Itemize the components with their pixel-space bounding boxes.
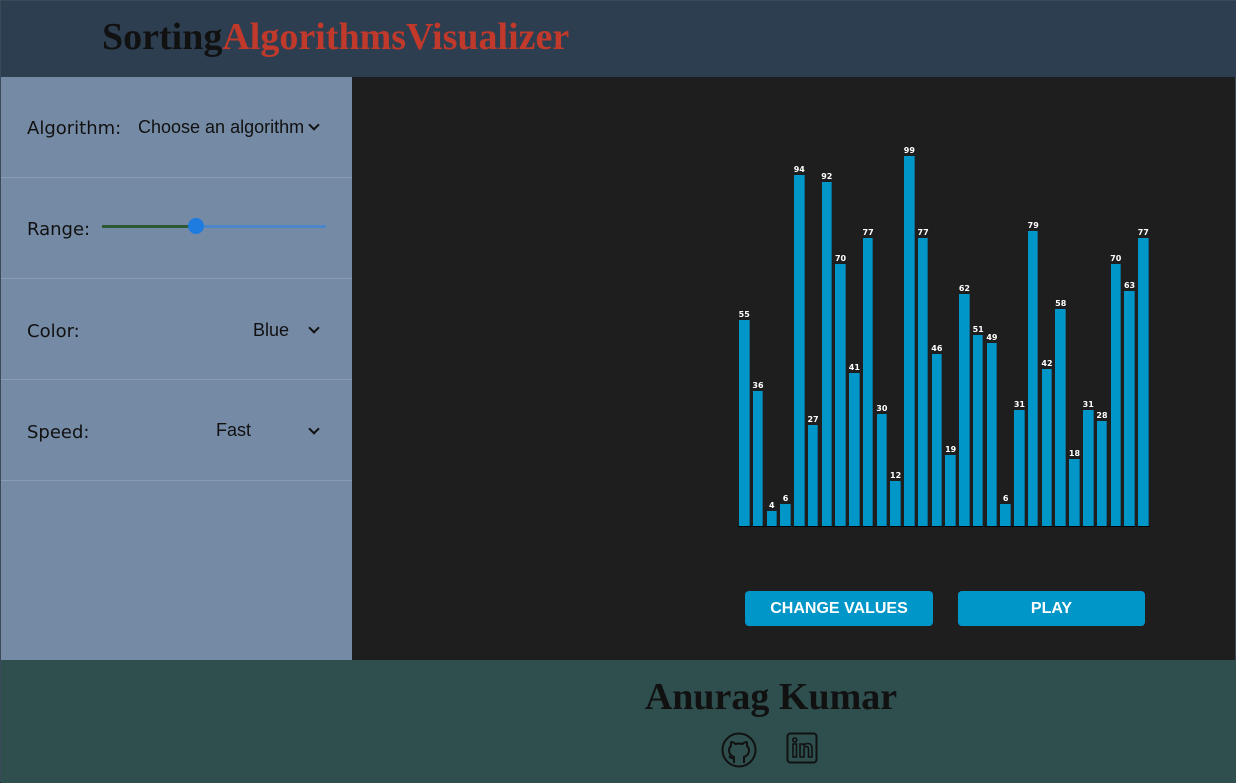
bar-value-label: 99 <box>903 146 915 155</box>
footer: Anurag Kumar <box>1 660 1236 783</box>
play-button[interactable]: PLAY <box>958 591 1145 626</box>
color-row: Color: Blue <box>1 279 352 380</box>
chart-baseline <box>738 526 1150 527</box>
bar <box>835 264 846 526</box>
bar <box>959 294 970 526</box>
bar-value-label: 6 <box>1002 493 1009 503</box>
chevron-down-icon[interactable] <box>308 119 320 131</box>
bar <box>1069 458 1080 526</box>
bar <box>862 238 874 526</box>
bar <box>1000 503 1011 526</box>
bar <box>1124 290 1135 526</box>
bar-value-label: 31 <box>1082 400 1094 410</box>
bar <box>876 413 888 526</box>
author-name: Anurag Kumar <box>644 676 898 718</box>
chevron-down-icon[interactable] <box>308 423 320 435</box>
linkedin-icon[interactable] <box>786 732 818 764</box>
bar <box>931 354 943 526</box>
bar-value-label: 42 <box>1041 359 1053 369</box>
bar-value-label: 77 <box>1137 228 1149 238</box>
bar-value-label: 77 <box>917 228 929 238</box>
title-sorting: Sorting <box>102 16 223 58</box>
algorithm-select[interactable]: Choose an algorithm <box>138 117 304 138</box>
bar <box>780 503 791 526</box>
header: SortingAlgorithmsVisualizer <box>1 1 1236 77</box>
bar <box>1083 410 1094 526</box>
bar-value-label: 18 <box>1068 448 1081 458</box>
change-values-button[interactable]: CHANGE VALUES <box>745 591 933 626</box>
bar-value-label: 31 <box>1013 400 1025 410</box>
bar <box>917 238 929 526</box>
bar <box>1014 410 1025 526</box>
color-select[interactable]: Blue <box>253 320 289 341</box>
sidebar: Algorithm: Choose an algorithm Range: Co… <box>1 77 352 660</box>
bar-value-label: 94 <box>793 164 805 174</box>
bar-value-label: 4 <box>768 501 775 511</box>
speed-select[interactable]: Fast <box>216 420 251 441</box>
bar-value-label: 30 <box>876 403 888 413</box>
range-row: Range: <box>1 178 352 279</box>
bar <box>1110 264 1122 526</box>
chevron-down-icon[interactable] <box>308 322 320 334</box>
bar <box>807 425 819 526</box>
title-algorithms-visualizer: AlgorithmsVisualizer <box>222 16 570 58</box>
bar <box>739 320 750 526</box>
bar-value-label: 6 <box>782 493 789 503</box>
bar <box>972 335 984 526</box>
speed-label: Speed: <box>27 422 90 443</box>
algorithm-label: Algorithm: <box>27 118 122 139</box>
bar-value-label: 41 <box>848 362 860 372</box>
bar-value-label: 92 <box>821 172 833 182</box>
bar-value-label: 77 <box>862 228 874 238</box>
bar <box>945 454 956 526</box>
speed-row: Speed: Fast <box>1 380 352 481</box>
range-label: Range: <box>27 219 91 240</box>
github-icon[interactable] <box>721 732 757 768</box>
bar-value-label: 27 <box>807 415 819 425</box>
bar-value-label: 36 <box>752 381 764 391</box>
bar-value-label: 62 <box>958 284 970 294</box>
bar <box>766 511 778 526</box>
bar <box>1041 369 1053 526</box>
bar <box>849 372 860 526</box>
bar <box>752 391 764 526</box>
bar-value-label: 70 <box>1110 254 1122 264</box>
bar-value-label: 19 <box>945 444 957 454</box>
bar <box>1138 238 1149 526</box>
color-label: Color: <box>27 321 80 342</box>
range-slider-fill <box>102 225 197 228</box>
bar <box>821 182 833 526</box>
bar-value-label: 12 <box>890 471 902 481</box>
range-slider[interactable] <box>102 218 326 234</box>
bar <box>890 481 901 526</box>
bar <box>1027 230 1039 526</box>
bar <box>794 174 805 526</box>
bar-value-label: 70 <box>834 254 847 264</box>
bar-value-label: 63 <box>1123 280 1136 290</box>
bar <box>904 156 915 526</box>
bar <box>1096 421 1108 526</box>
bar-value-label: 28 <box>1096 411 1108 421</box>
bar-value-label: 49 <box>986 332 998 342</box>
app-title: SortingAlgorithmsVisualizer <box>102 15 569 59</box>
bar-value-label: 58 <box>1055 299 1067 309</box>
algorithm-row: Algorithm: Choose an algorithm <box>1 77 352 178</box>
bar-value-label: 79 <box>1027 220 1039 230</box>
bar-value-label: 46 <box>931 344 943 354</box>
bar-value-label: 51 <box>972 325 984 335</box>
bar <box>1055 309 1066 526</box>
bar <box>986 342 998 526</box>
range-slider-thumb[interactable] <box>188 218 205 234</box>
bar-value-label: 55 <box>738 310 750 320</box>
